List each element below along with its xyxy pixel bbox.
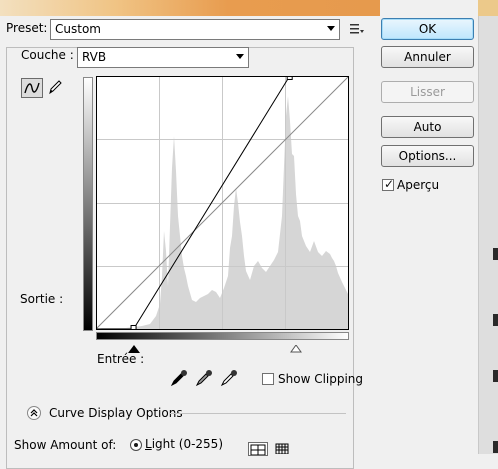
curve-graph[interactable] (96, 76, 349, 330)
detailed-grid-button[interactable] (274, 443, 290, 455)
gray-eyedropper-icon (195, 370, 212, 387)
black-eyedropper-icon (170, 370, 187, 387)
preset-label: Preset: (6, 21, 48, 35)
channel-value: RVB (82, 50, 107, 64)
light-radio-label-rest: ight (0-255) (151, 437, 223, 451)
input-label: Entrée : (97, 352, 145, 366)
desktop-strip-corner (478, 0, 498, 16)
preset-select[interactable]: Custom (50, 19, 340, 40)
preset-menu-icon[interactable] (349, 21, 365, 37)
show-amount-label: Show Amount of: (14, 438, 117, 452)
cancel-button[interactable]: Annuler (381, 46, 474, 68)
light-radio-label: Light (0-255) (145, 437, 223, 451)
auto-button[interactable]: Auto (381, 116, 474, 138)
simple-grid-icon (250, 444, 266, 456)
detailed-grid-icon (275, 443, 289, 455)
desktop-strip-top (0, 0, 380, 16)
output-gradient-bar (83, 77, 93, 331)
channel-select[interactable]: RVB (77, 47, 249, 68)
white-point-slider[interactable] (290, 342, 302, 353)
section-divider (170, 413, 346, 414)
light-radio[interactable] (130, 439, 142, 451)
curve-tool-icon (24, 82, 40, 94)
chevron-down-icon (236, 54, 244, 59)
ok-button[interactable]: OK (381, 18, 474, 40)
show-clipping-label: Show Clipping (278, 372, 364, 386)
channel-label: Couche : (18, 48, 77, 62)
pencil-tool-icon (49, 80, 62, 95)
white-eyedropper-icon (220, 370, 237, 387)
chevron-down-icon (327, 26, 335, 31)
preview-checkbox[interactable] (382, 177, 394, 191)
gray-eyedropper-button[interactable] (195, 369, 213, 387)
input-gradient-bar (96, 332, 349, 340)
smooth-button[interactable]: Lisser (381, 81, 474, 103)
collapse-icon[interactable] (27, 406, 41, 420)
white-eyedropper-button[interactable] (220, 369, 238, 387)
options-button[interactable]: Options... (381, 145, 474, 167)
show-clipping-checkbox[interactable] (262, 373, 274, 385)
pencil-tool-button[interactable] (45, 78, 67, 98)
preview-label: Aperçu (397, 178, 440, 192)
background-window-edge (478, 16, 498, 454)
curve-display-options-label: Curve Display Options (49, 406, 183, 420)
black-point-slider[interactable] (128, 342, 140, 353)
preset-value: Custom (55, 22, 101, 36)
output-label: Sortie : (20, 292, 64, 306)
curve-tool-button[interactable] (21, 78, 43, 98)
black-eyedropper-button[interactable] (170, 369, 188, 387)
